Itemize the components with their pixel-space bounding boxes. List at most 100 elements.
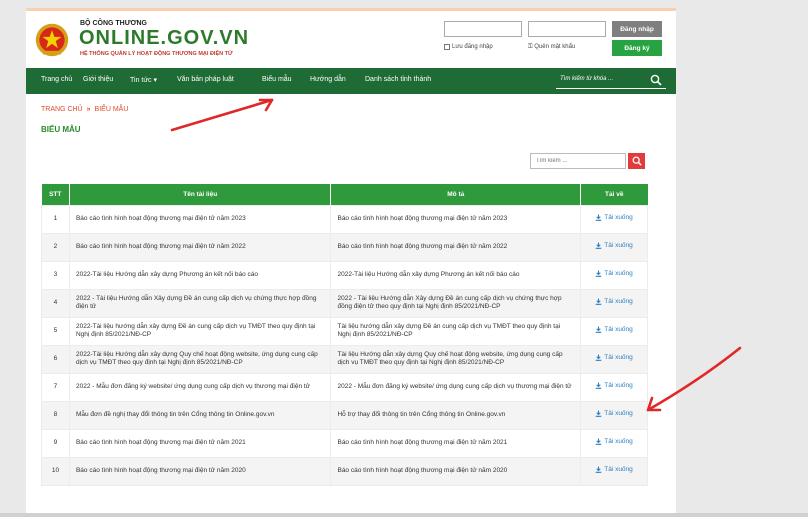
page-title: BIỂU MẪU bbox=[41, 125, 81, 134]
cell-document-name: Báo cáo tình hình hoạt động thương mại đ… bbox=[68, 428, 332, 458]
top-accent-line bbox=[26, 8, 676, 11]
search-icon[interactable] bbox=[650, 74, 662, 86]
download-icon bbox=[595, 326, 602, 334]
search-input[interactable] bbox=[530, 153, 626, 169]
remember-checkbox[interactable] bbox=[444, 44, 450, 50]
cell-document-name: 2022-Tài liệu Hướng dẫn xây dựng Quy chế… bbox=[68, 344, 332, 374]
nav-item-legal-docs[interactable]: Văn bản pháp luật bbox=[177, 76, 234, 83]
col-header-download: Tải về bbox=[580, 184, 648, 205]
download-link[interactable]: Tải xuống bbox=[595, 466, 633, 474]
nav-item-news[interactable]: Tin tức ▾ bbox=[130, 76, 157, 84]
download-label: Tải xuống bbox=[604, 213, 633, 221]
main-nav: Trang chủ Giới thiệu Tin tức ▾ Văn bản p… bbox=[26, 68, 676, 94]
nav-search-box[interactable]: Tìm kiếm từ khóa ... bbox=[556, 73, 666, 89]
table-row: 9 Báo cáo tình hình hoạt động thương mại … bbox=[41, 428, 648, 458]
register-button[interactable]: Đăng ký bbox=[612, 40, 662, 56]
breadcrumb-home[interactable]: TRANG CHỦ bbox=[41, 106, 83, 113]
nav-item-guides[interactable]: Hướng dẫn bbox=[310, 76, 346, 83]
password-input[interactable] bbox=[528, 21, 606, 37]
download-icon bbox=[595, 214, 602, 222]
state-emblem-icon[interactable] bbox=[34, 22, 70, 58]
forgot-password-link[interactable]: ⚿ Quên mật khẩu bbox=[528, 44, 575, 51]
cell-download: Tải xuống bbox=[580, 428, 648, 458]
cell-download: Tải xuống bbox=[580, 288, 648, 318]
search-icon bbox=[632, 156, 642, 166]
login-button[interactable]: Đăng nhập bbox=[612, 21, 662, 37]
download-label: Tải xuống bbox=[604, 353, 633, 361]
cell-download: Tải xuống bbox=[580, 456, 648, 486]
username-input[interactable] bbox=[444, 21, 522, 37]
col-header-desc: Mô tả bbox=[330, 184, 581, 205]
cell-document-name: Mẫu đơn đề nghị thay đổi thông tin trên … bbox=[68, 400, 332, 430]
download-link[interactable]: Tải xuống bbox=[595, 410, 633, 418]
cell-description: Báo cáo tình hình hoạt động thương mại đ… bbox=[330, 232, 582, 262]
cell-download: Tải xuống bbox=[580, 204, 648, 234]
download-icon bbox=[595, 270, 602, 278]
cell-description: Tài liệu Hướng dẫn xây dựng Quy chế hoạt… bbox=[330, 344, 582, 374]
nav-item-provinces[interactable]: Danh sách tỉnh thành bbox=[365, 76, 431, 83]
ministry-label: BỘ CÔNG THƯƠNG bbox=[80, 20, 147, 27]
page-container: BỘ CÔNG THƯƠNG ONLINE.GOV.VN HỆ THỐNG QU… bbox=[26, 8, 676, 517]
download-label: Tải xuống bbox=[604, 269, 633, 277]
nav-item-home[interactable]: Trang chủ bbox=[41, 76, 72, 83]
cell-description: Tài liệu hướng dẫn xây dựng Đề án cung c… bbox=[330, 316, 582, 346]
cell-stt: 9 bbox=[41, 428, 70, 458]
cell-stt: 6 bbox=[41, 344, 70, 374]
download-icon bbox=[595, 354, 602, 362]
download-link[interactable]: Tải xuống bbox=[595, 242, 633, 250]
download-label: Tải xuống bbox=[604, 437, 633, 445]
table-header-row: STT Tên tài liệu Mô tả Tải về bbox=[41, 184, 648, 205]
download-icon bbox=[595, 438, 602, 446]
download-link[interactable]: Tải xuống bbox=[595, 326, 633, 334]
cell-document-name: Báo cáo tình hình hoạt động thương mại đ… bbox=[68, 456, 332, 486]
download-icon bbox=[595, 410, 602, 418]
download-link[interactable]: Tải xuống bbox=[595, 354, 633, 362]
breadcrumb: TRANG CHỦ» BIỂU MẪU bbox=[41, 106, 128, 113]
cell-description: 2022 - Tài liệu Hướng dẫn Xây dựng Đề án… bbox=[330, 288, 582, 318]
download-label: Tải xuống bbox=[604, 465, 633, 473]
download-label: Tải xuống bbox=[604, 381, 633, 389]
nav-search-placeholder: Tìm kiếm từ khóa ... bbox=[560, 76, 614, 82]
download-icon bbox=[595, 242, 602, 250]
download-link[interactable]: Tải xuống bbox=[595, 382, 633, 390]
brand-subtitle: HỆ THỐNG QUẢN LÝ HOẠT ĐỘNG THƯƠNG MẠI ĐI… bbox=[80, 51, 233, 57]
cell-stt: 1 bbox=[41, 204, 70, 234]
breadcrumb-current[interactable]: BIỂU MẪU bbox=[95, 106, 129, 113]
remember-login[interactable]: Lưu đăng nhập bbox=[444, 44, 493, 50]
cell-document-name: Báo cáo tình hình hoạt động thương mại đ… bbox=[68, 204, 332, 234]
table-row: 7 2022 - Mẫu đơn đăng ký website/ ứng dụn… bbox=[41, 372, 648, 402]
cell-download: Tải xuống bbox=[580, 372, 648, 402]
cell-document-name: 2022 - Mẫu đơn đăng ký website/ ứng dụng… bbox=[68, 372, 332, 402]
download-link[interactable]: Tải xuống bbox=[595, 438, 633, 446]
cell-document-name: 2022-Tài liệu Hướng dẫn xây dựng Phương … bbox=[68, 260, 332, 290]
download-icon bbox=[595, 466, 602, 474]
nav-item-about[interactable]: Giới thiệu bbox=[83, 76, 113, 83]
cell-description: 2022 - Mẫu đơn đăng ký website/ ứng dụng… bbox=[330, 372, 582, 402]
cell-stt: 3 bbox=[41, 260, 70, 290]
table-row: 4 2022 - Tài liệu Hướng dẫn Xây dựng Đề á… bbox=[41, 288, 648, 318]
cell-stt: 5 bbox=[41, 316, 70, 346]
cell-description: Hỗ trợ thay đổi thông tin trên Cổng thôn… bbox=[330, 400, 582, 430]
download-link[interactable]: Tải xuống bbox=[595, 270, 633, 278]
cell-download: Tải xuống bbox=[580, 232, 648, 262]
table-row: 8 Mẫu đơn đề nghị thay đổi thông tin trên… bbox=[41, 400, 648, 430]
cell-description: Báo cáo tình hình hoạt động thương mại đ… bbox=[330, 428, 582, 458]
key-icon: ⚿ bbox=[528, 44, 533, 50]
search-button[interactable] bbox=[628, 153, 645, 169]
brand-title[interactable]: ONLINE.GOV.VN bbox=[79, 27, 249, 50]
download-link[interactable]: Tải xuống bbox=[595, 214, 633, 222]
download-icon bbox=[595, 298, 602, 306]
cell-stt: 8 bbox=[41, 400, 70, 430]
cell-document-name: 2022-Tài liệu hướng dẫn xây dựng Đề án c… bbox=[68, 316, 332, 346]
download-link[interactable]: Tải xuống bbox=[595, 298, 633, 306]
cell-stt: 10 bbox=[41, 456, 70, 486]
cell-stt: 7 bbox=[41, 372, 70, 402]
remember-label: Lưu đăng nhập bbox=[452, 44, 493, 50]
forms-table: STT Tên tài liệu Mô tả Tải về 1 Báo cáo t… bbox=[41, 184, 648, 486]
cell-download: Tải xuống bbox=[580, 344, 648, 374]
cell-download: Tải xuống bbox=[580, 260, 648, 290]
nav-item-forms[interactable]: Biểu mẫu bbox=[262, 76, 292, 83]
cell-download: Tải xuống bbox=[580, 400, 648, 430]
cell-document-name: Báo cáo tình hình hoạt động thương mại đ… bbox=[68, 232, 332, 262]
horizontal-scrollbar[interactable] bbox=[0, 513, 808, 517]
